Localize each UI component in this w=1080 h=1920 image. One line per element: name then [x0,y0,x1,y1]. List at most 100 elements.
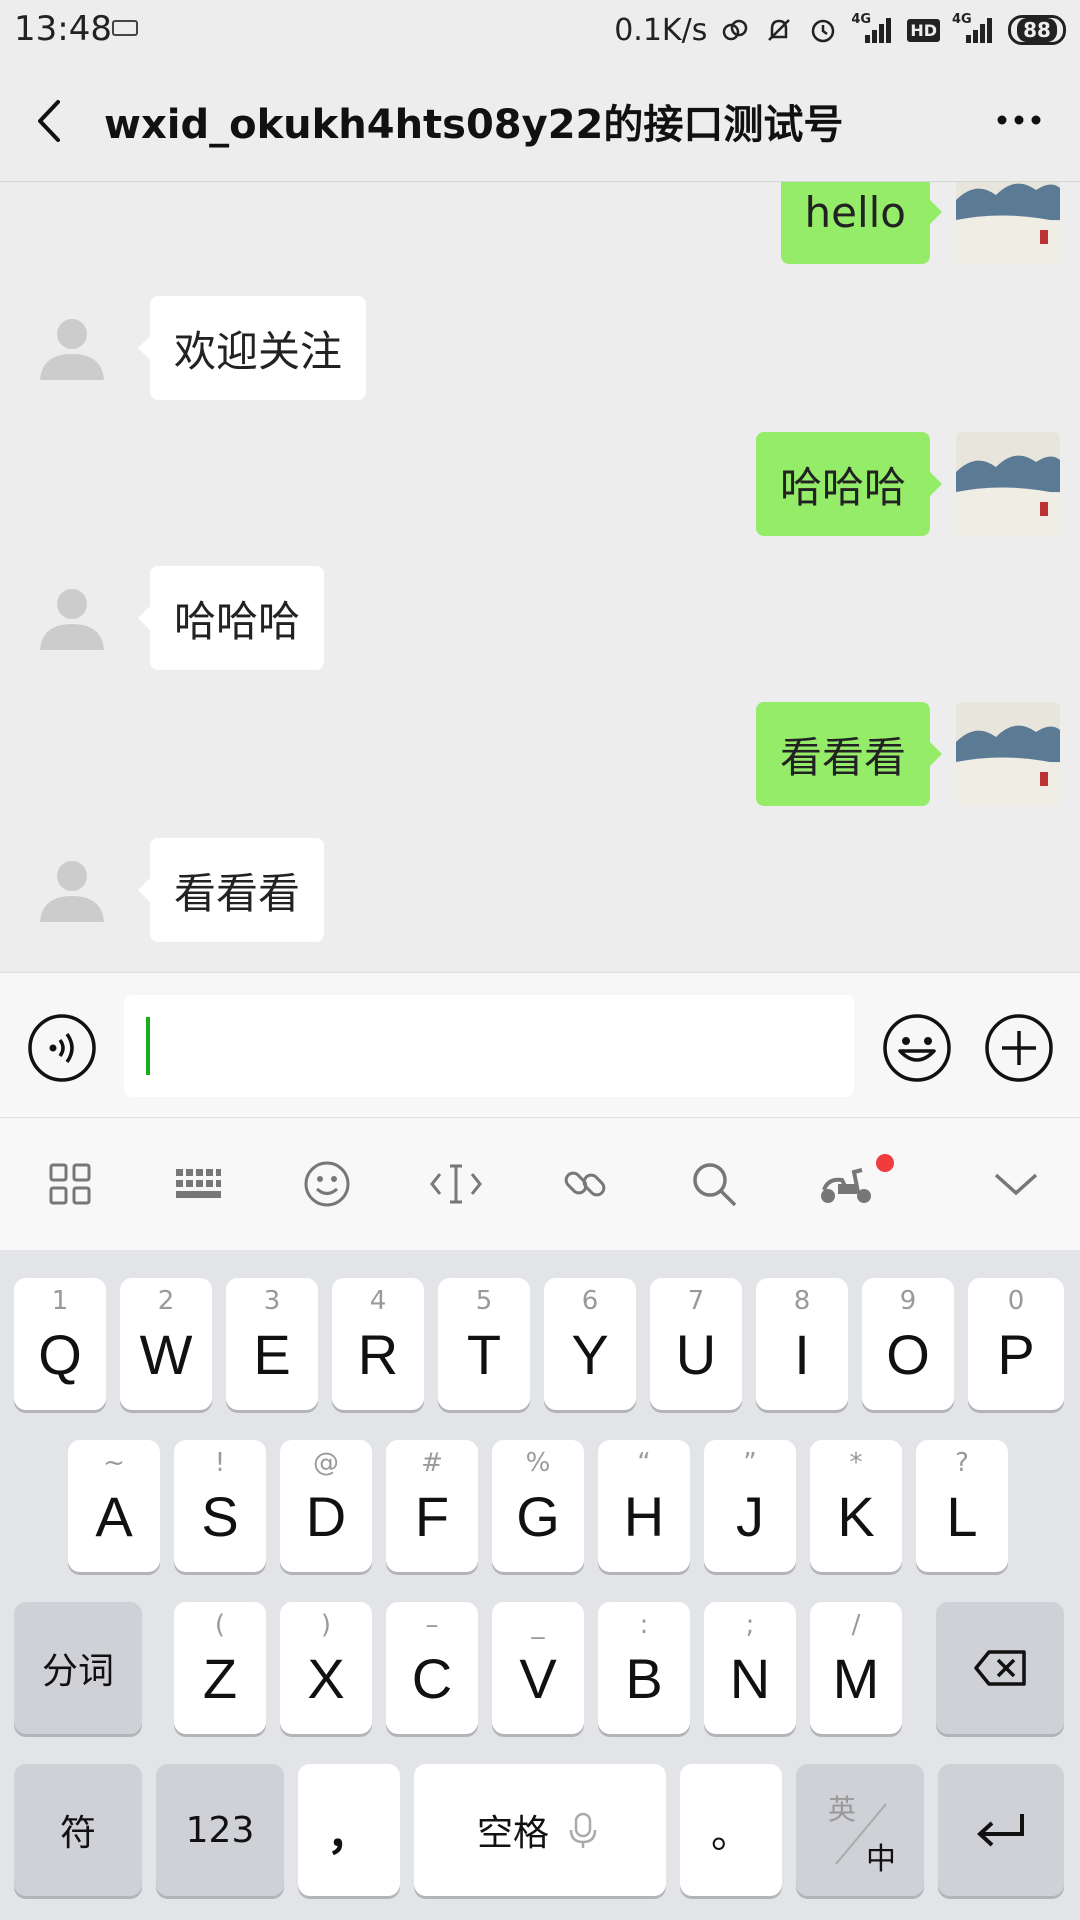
self-avatar[interactable] [956,702,1060,806]
message-text: 哈哈哈 [779,462,906,512]
battery-icon: 88 [1008,15,1066,45]
key-u[interactable]: 7U [650,1278,742,1410]
back-button[interactable] [26,96,76,146]
segment-key[interactable]: 分词 [14,1602,142,1734]
key-label: C [411,1646,453,1710]
key-label: D [305,1484,347,1548]
message-bubble-other[interactable]: 看看看 [137,838,325,942]
key-x[interactable]: ) X [280,1602,372,1734]
link-icon[interactable] [557,1156,613,1212]
key-label: Y [571,1322,609,1386]
key-d[interactable]: @ D [280,1440,372,1572]
comma-key[interactable]: ， [298,1764,400,1896]
language-switch-key[interactable]: 英 中 [796,1764,924,1896]
self-avatar[interactable] [956,182,1060,264]
key-y[interactable]: 6Y [544,1278,636,1410]
message-bubble-self[interactable]: 看看看 [755,702,943,806]
more-functions-button[interactable] [984,1013,1054,1083]
key-hint: 0 [1007,1286,1025,1316]
chevron-down-icon[interactable] [988,1156,1044,1212]
key-label: R [357,1322,399,1386]
numeric-key[interactable]: 123 [156,1764,284,1896]
key-hint: : [639,1610,649,1640]
message-bubble-other[interactable]: 哈哈哈 [137,566,325,670]
key-label: 。 [711,1811,751,1857]
plus-icon [985,1014,1053,1082]
message-text: 看看看 [174,868,301,918]
key-a[interactable]: ~ A [68,1440,160,1572]
soft-keyboard: 1Q 2W 3E 4R 5T 6Y 7U 8I 9O 0P ~ A ! S @ D #… [0,1250,1080,1920]
cursor-icon[interactable] [428,1156,484,1212]
key-label: Z [202,1646,238,1710]
key-e[interactable]: 3E [226,1278,318,1410]
emoji-button[interactable] [882,1013,952,1083]
message-list[interactable]: hello 欢迎关注 哈哈哈 哈哈哈 看看看 看看看 [0,182,1080,972]
message-text: 看看看 [779,732,906,782]
key-i[interactable]: 8I [756,1278,848,1410]
key-label: L [946,1484,978,1548]
key-hint: 3 [263,1286,281,1316]
key-q[interactable]: 1Q [14,1278,106,1410]
key-l[interactable]: ? L [916,1440,1008,1572]
message-bubble-self[interactable]: hello [780,182,942,264]
key-b[interactable]: :B [598,1602,690,1734]
search-icon[interactable] [686,1156,742,1212]
key-label: M [832,1646,880,1710]
key-t[interactable]: 5T [438,1278,530,1410]
status-time: 13:48 [14,9,112,49]
text-caret [146,1017,150,1075]
key-w[interactable]: 2W [120,1278,212,1410]
key-f[interactable]: # F [386,1440,478,1572]
back-arrow-icon [38,100,60,142]
hd-icon: HD [907,18,940,42]
key-j[interactable]: ” J [704,1440,796,1572]
keyboard-icon[interactable] [170,1156,226,1212]
status-bar: 13:48 0.1K/s 4G HD 4G 88 [0,0,1080,60]
chat-title: wxid_okukh4hts08y22的接口测试号 [104,102,844,148]
message-input[interactable] [124,995,854,1097]
message-bubble-self[interactable]: 哈哈哈 [755,432,943,536]
contact-avatar[interactable] [32,308,112,388]
key-g[interactable]: % G [492,1440,584,1572]
space-key[interactable]: 空格 [414,1764,666,1896]
network-type-b: 4G [952,12,972,27]
key-n[interactable]: ; N [704,1602,796,1734]
message-row-other: 欢迎关注 [0,296,1080,400]
key-label: U [675,1322,717,1386]
key-m[interactable]: / M [810,1602,902,1734]
key-label: F [414,1484,450,1548]
key-s[interactable]: ! S [174,1440,266,1572]
key-label: G [516,1484,560,1548]
message-bubble-other[interactable]: 欢迎关注 [137,296,367,400]
key-hint: % [525,1448,551,1478]
key-label: 符 [59,1813,96,1854]
chat-input-bar [0,972,1080,1118]
signal-4g-icon-2: 4G [952,12,996,46]
network-speed: 0.1K/s [614,12,708,48]
period-key[interactable]: 。 [680,1764,782,1896]
key-p[interactable]: 0P [968,1278,1064,1410]
key-hint: ~ [103,1448,125,1478]
key-hint: _ [531,1610,545,1640]
symbol-key[interactable]: 符 [14,1764,142,1896]
keyboard-status-icon [112,20,138,36]
self-avatar[interactable] [956,432,1060,536]
contact-avatar[interactable] [32,850,112,930]
key-z[interactable]: (Z [174,1602,266,1734]
contact-avatar[interactable] [32,578,112,658]
enter-key[interactable] [938,1764,1064,1896]
emoji-icon[interactable] [299,1156,355,1212]
key-h[interactable]: “H [598,1440,690,1572]
grid-icon[interactable] [42,1156,98,1212]
voice-input-button[interactable] [27,1013,97,1083]
key-v[interactable]: _ V [492,1602,584,1734]
key-r[interactable]: 4R [332,1278,424,1410]
key-c[interactable]: – C [386,1602,478,1734]
key-o[interactable]: 9O [862,1278,954,1410]
more-options-button[interactable] [994,100,1044,140]
key-label: 123 [185,1809,255,1851]
backspace-key[interactable] [936,1602,1064,1734]
scooter-icon[interactable] [818,1156,874,1212]
link-status-icon [719,14,751,46]
key-k[interactable]: * K [810,1440,902,1572]
